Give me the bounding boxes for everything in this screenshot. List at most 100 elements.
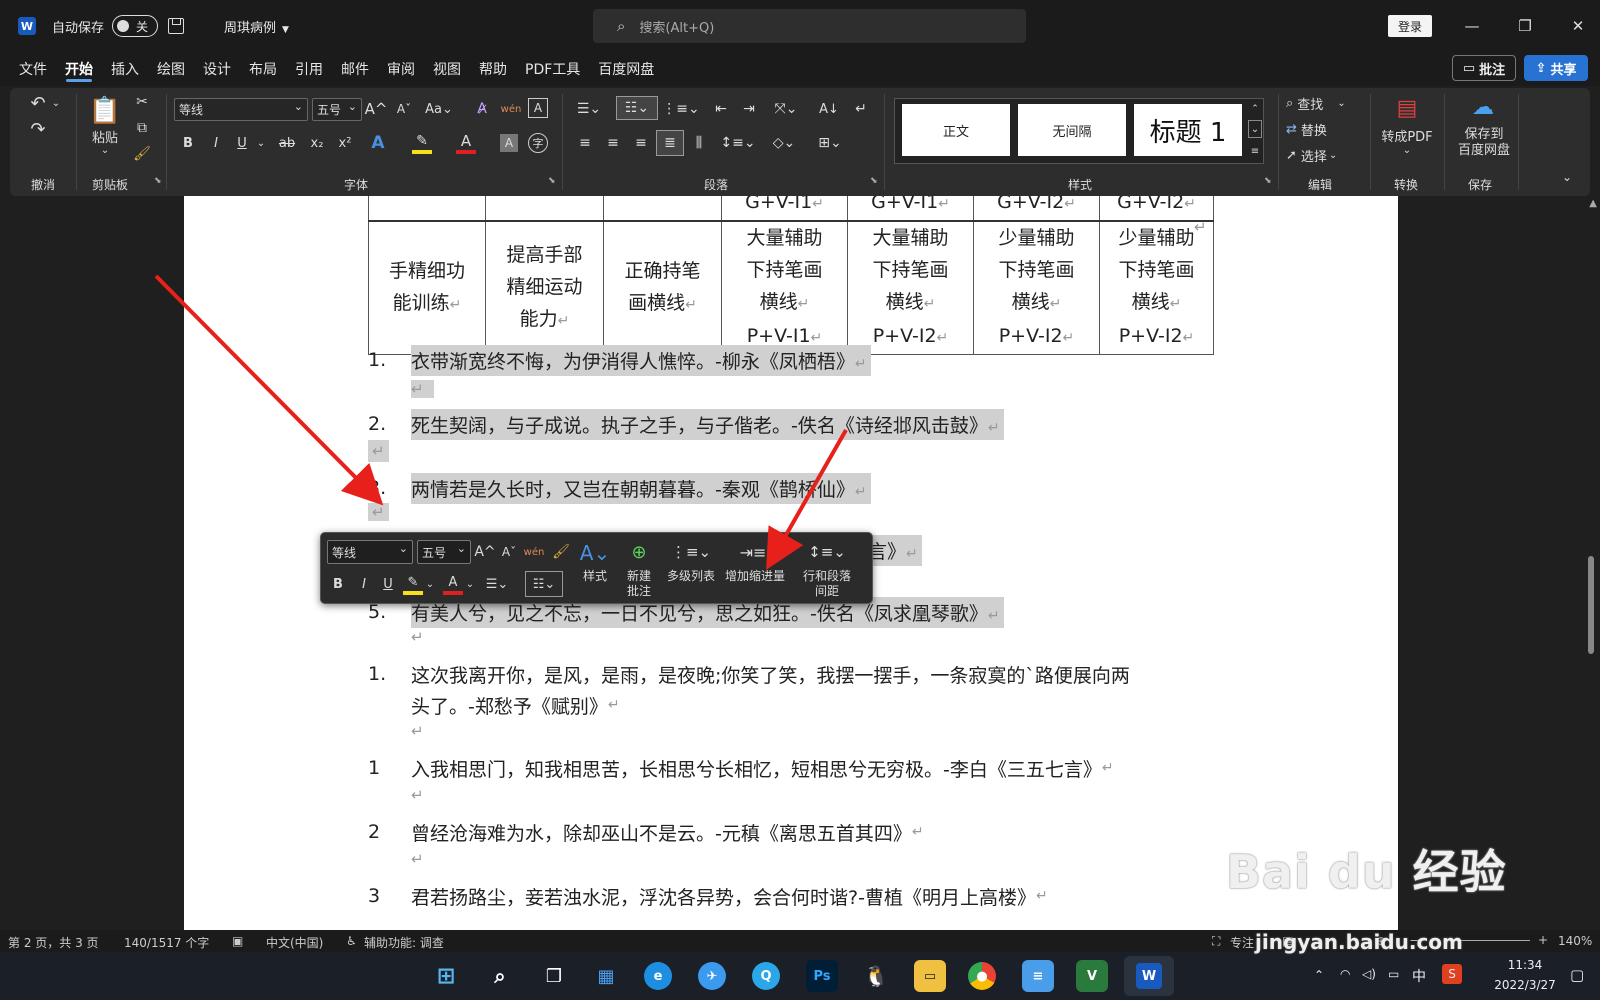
language[interactable]: 中文(中国) xyxy=(266,934,323,951)
redo-icon[interactable]: ↷ xyxy=(26,118,50,140)
highlight-color-icon[interactable]: ✎ xyxy=(412,132,432,154)
list-item[interactable]: 1. 这次我离开你，是风，是雨，是夜晚;你笑了笑，我摆一摆手，一条寂寞的`路便展向… xyxy=(368,658,1130,690)
vpn-icon[interactable]: V xyxy=(1076,960,1108,992)
spacing-label-2[interactable]: 间距 xyxy=(795,584,859,599)
list-item[interactable]: 3. 两情若是久长时，又岂在朝朝暮暮。-秦观《鹊桥仙》↵ xyxy=(368,472,871,504)
tab-12[interactable]: 百度网盘 xyxy=(589,52,663,86)
numbering-icon[interactable]: ☷⌄ xyxy=(525,571,563,597)
change-case-icon[interactable]: Aa⌄ xyxy=(424,98,454,120)
format-painter-icon[interactable]: 🖌 xyxy=(132,144,152,164)
increase-indent-icon[interactable]: ⇥ xyxy=(738,98,760,120)
superscript-icon[interactable]: x² xyxy=(336,132,354,154)
styles-icon[interactable]: A⌄ xyxy=(577,539,613,567)
tab-6[interactable]: 引用 xyxy=(286,52,332,86)
find-button[interactable]: ⌕ 查找 ⌄ xyxy=(1286,92,1366,114)
enclose-characters-icon[interactable]: 字 xyxy=(528,133,548,153)
numbering-icon[interactable]: ☷⌄ xyxy=(616,96,658,120)
align-center-icon[interactable]: ≡ xyxy=(602,132,624,154)
notepad-icon[interactable]: ≡ xyxy=(1022,960,1054,992)
new-comment-label-2[interactable]: 批注 xyxy=(621,584,657,599)
list-item[interactable]: 3 君若扬路尘，妾若浊水泥，浮沈各异势，会合何时谐?-曹植《明月上高楼》 ↵ xyxy=(368,880,1048,912)
feishu-icon[interactable]: ✈ xyxy=(698,962,726,990)
align-right-icon[interactable]: ≡ xyxy=(630,132,652,154)
mini-font-size-combo[interactable]: 五号 xyxy=(417,540,471,564)
dialog-launcher-icon[interactable]: ⬊ xyxy=(548,176,556,186)
save-icon[interactable] xyxy=(168,18,185,34)
phonetic-guide-icon[interactable]: wén xyxy=(523,540,545,564)
task-view-icon[interactable]: ❐ xyxy=(538,960,570,992)
table-cell[interactable] xyxy=(368,196,486,222)
line-spacing-icon[interactable]: ↕≡⌄ xyxy=(807,539,847,565)
style-heading-1[interactable]: 标题 1 xyxy=(1134,104,1242,156)
tab-5[interactable]: 布局 xyxy=(240,52,286,86)
comments-button[interactable]: ▭ 批注 xyxy=(1452,55,1516,81)
dialog-launcher-icon[interactable]: ⬊ xyxy=(870,176,878,186)
shrink-font-icon[interactable]: Aˇ xyxy=(394,98,414,120)
save-to-cloud-label-2[interactable]: 百度网盘 xyxy=(1450,140,1518,158)
cut-icon[interactable]: ✂ xyxy=(132,92,152,112)
word-taskbar-icon[interactable]: W xyxy=(1124,956,1174,996)
text-effects-icon[interactable]: A xyxy=(368,132,388,154)
table-cell[interactable] xyxy=(485,196,604,222)
font-color-icon[interactable]: A xyxy=(443,573,463,595)
multilevel-list-icon[interactable]: ⋮≡⌄ xyxy=(671,539,711,565)
font-size-combo[interactable]: 五号 xyxy=(312,98,362,121)
increase-indent-label[interactable]: 增加缩进量 xyxy=(719,569,791,584)
shading-icon[interactable]: ◇⌄ xyxy=(768,132,800,154)
focus-icon[interactable]: ⛶ xyxy=(1212,934,1220,949)
sort-icon[interactable]: A↓ xyxy=(818,98,840,120)
clear-formatting-icon[interactable]: A̷ xyxy=(472,98,492,120)
shrink-font-icon[interactable]: Aˇ xyxy=(499,540,519,564)
replace-button[interactable]: ⇄ 替换 xyxy=(1286,118,1366,140)
multilevel-list-icon[interactable]: ⋮≡⌄ xyxy=(662,98,699,120)
collapse-ribbon-icon[interactable]: ⌄ xyxy=(1558,168,1576,186)
chevron-down-icon[interactable]: ⌄ xyxy=(1400,144,1414,156)
battery-icon[interactable]: ▭ xyxy=(1388,967,1399,981)
list-item[interactable]: 1. 衣带渐宽终不悔，为伊消得人憔悴。-柳永《凤栖梧》↵ xyxy=(368,344,871,376)
sogou-icon[interactable]: S xyxy=(1442,964,1462,984)
paste-dropdown-icon[interactable]: ⌄ xyxy=(98,144,112,156)
character-border-icon[interactable]: A xyxy=(528,98,548,118)
highlight-color-icon[interactable]: ✎ xyxy=(403,573,423,595)
select-button[interactable]: ➚ 选择 ⌄ xyxy=(1286,144,1366,166)
mini-font-name-combo[interactable]: 等线 xyxy=(327,540,413,564)
list-item-continued[interactable]: 头了。-郑愁予《赋别》 ↵ xyxy=(411,689,620,721)
bold-icon[interactable]: B xyxy=(329,573,347,595)
search-input[interactable]: ⌕ 搜索(Alt+Q) xyxy=(593,9,1026,43)
accessibility-status[interactable]: 辅助功能: 调查 xyxy=(364,934,444,951)
format-painter-icon[interactable]: 🖌 xyxy=(551,540,571,564)
document-name[interactable]: 周琪病例 ▼ xyxy=(224,17,289,36)
table-cell[interactable]: 提高手部 精细运动 能力↵ xyxy=(485,220,604,355)
focus-mode[interactable]: 专注 xyxy=(1230,934,1254,951)
tab-0[interactable]: 文件 xyxy=(10,52,56,86)
tab-7[interactable]: 邮件 xyxy=(332,52,378,86)
list-item[interactable]: 2 曾经沧海难为水，除却巫山不是云。-元稹《离思五首其四》 ↵ xyxy=(368,816,924,848)
tab-10[interactable]: 帮助 xyxy=(470,52,516,86)
strikethrough-icon[interactable]: ab xyxy=(276,132,298,154)
underline-dropdown-icon[interactable]: ⌄ xyxy=(256,132,266,154)
italic-icon[interactable]: I xyxy=(355,573,373,595)
new-comment-label-1[interactable]: 新建 xyxy=(621,569,657,584)
table-cell[interactable]: G+V-I1↵ xyxy=(847,196,974,222)
word-count[interactable]: 140/1517 个字 xyxy=(124,934,209,951)
style-normal[interactable]: 正文 xyxy=(902,104,1010,156)
notifications-icon[interactable]: ▢ xyxy=(1570,966,1584,984)
increase-indent-icon[interactable]: ⇥≡ xyxy=(737,539,769,565)
share-button[interactable]: ⇪ 共享 xyxy=(1524,55,1588,81)
font-color-icon[interactable]: A xyxy=(456,132,476,154)
restore-icon[interactable]: ❐ xyxy=(1515,15,1535,37)
justify-icon[interactable]: ≣ xyxy=(656,130,684,156)
autosave-toggle[interactable]: 关 xyxy=(112,15,159,37)
scroll-thumb[interactable] xyxy=(1588,556,1594,654)
table-cell[interactable]: G+V-I1↵ xyxy=(721,196,848,222)
styles-more-icon[interactable]: ≡ xyxy=(1248,142,1262,160)
chevron-down-icon[interactable]: ⌄ xyxy=(465,573,475,595)
grow-font-icon[interactable]: A^ xyxy=(365,98,388,120)
multilevel-list-label[interactable]: 多级列表 xyxy=(661,569,721,584)
pdf-icon[interactable]: ▤ xyxy=(1392,92,1422,124)
bullets-icon[interactable]: ☰⌄ xyxy=(483,573,511,595)
table-cell[interactable]: 正确持笔 画横线↵ xyxy=(603,220,722,355)
spacing-label-1[interactable]: 行和段落 xyxy=(795,569,859,584)
page-count[interactable]: 第 2 页，共 3 页 xyxy=(8,934,99,951)
qq-icon[interactable]: 🐧 xyxy=(860,960,892,992)
